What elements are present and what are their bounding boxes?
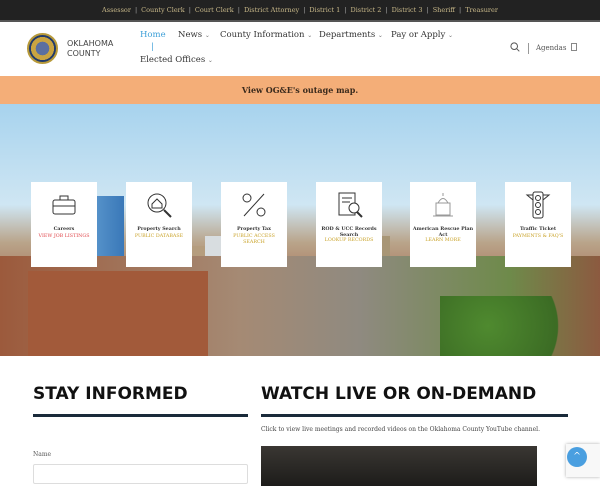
chevron-down-icon: ⌄ (207, 57, 213, 64)
card-title: ROD & UCC Records Search (321, 226, 377, 238)
top-link[interactable]: Treasurer (465, 6, 498, 14)
top-link[interactable]: Sheriff (433, 6, 455, 14)
top-link[interactable]: Court Clerk (195, 6, 234, 14)
scroll-to-top-button[interactable]: ^ (567, 447, 587, 467)
youtube-video-embed[interactable] (261, 446, 537, 486)
card-link[interactable]: PAYMENTS & FAQ'S (507, 234, 569, 240)
county-seal-logo[interactable] (27, 33, 58, 64)
quick-link-card[interactable]: ROD & UCC Records Search LOOKUP RECORDS (316, 182, 382, 267)
top-link[interactable]: County Clerk (141, 6, 185, 14)
card-title: Property Tax (236, 226, 272, 232)
card-title: American Rescue Plan Act (412, 226, 474, 238)
card-link[interactable]: LEARN MORE (412, 238, 474, 244)
top-links-bar: Assessor | County Clerk | Court Clerk | Distri… (0, 0, 600, 22)
brick-building (28, 271, 208, 356)
nav-pay-or-apply[interactable]: Pay or Apply ⌄ (391, 30, 453, 40)
document-search-icon (338, 192, 363, 218)
capitol-icon (433, 193, 453, 217)
separator: | (426, 6, 429, 14)
separator: | (459, 6, 462, 14)
quick-link-card[interactable]: Property Tax PUBLIC ACCESS SEARCH (221, 182, 287, 267)
separator: | (188, 6, 191, 14)
outage-alert-link[interactable]: View OG&E's outage map. (0, 76, 600, 104)
nav-home[interactable]: Home (140, 30, 166, 40)
watch-description: Click to view live meetings and recorded… (261, 426, 540, 433)
separator: | (134, 6, 138, 14)
card-link[interactable]: PUBLIC DATABASE (128, 234, 190, 240)
nav-active-marker: | (151, 42, 154, 52)
heading-rule (33, 414, 248, 417)
house-search-icon (147, 193, 172, 218)
separator: | (344, 6, 347, 14)
card-title: Traffic Ticket (519, 226, 557, 232)
chevron-down-icon: ⌄ (307, 32, 313, 39)
card-title: Property Search (137, 226, 181, 232)
nav-county-info-label: County Information (220, 30, 305, 40)
nav-elected-label: Elected Offices (140, 55, 206, 65)
nav-news[interactable]: News ⌄ (178, 30, 210, 40)
name-label: Name (33, 451, 52, 458)
traffic-light-icon (525, 191, 551, 219)
card-title: Careers (53, 226, 75, 232)
nav-departments[interactable]: Departments ⌄ (319, 30, 383, 40)
search-icon[interactable] (510, 42, 520, 52)
top-link[interactable]: District 1 (309, 6, 340, 14)
trees (440, 296, 600, 356)
divider (528, 43, 529, 54)
clipboard-icon (570, 43, 577, 51)
logo-line1: OKLAHOMA (67, 39, 114, 48)
quick-link-card[interactable]: Careers VIEW JOB LISTINGS (31, 182, 97, 267)
top-link[interactable]: District Attorney (244, 6, 299, 14)
top-link[interactable]: Assessor (102, 6, 131, 14)
quick-link-card[interactable]: Traffic Ticket PAYMENTS & FAQ'S (505, 182, 571, 267)
nav-departments-label: Departments (319, 30, 376, 40)
chevron-down-icon: ⌄ (204, 32, 210, 39)
watch-live-heading: WATCH LIVE OR ON-DEMAND (261, 384, 537, 404)
card-link[interactable]: VIEW JOB LISTINGS (33, 234, 95, 240)
percent-icon (242, 193, 266, 217)
agendas-label: Agendas (536, 44, 567, 52)
agendas-link[interactable]: Agendas (536, 43, 577, 52)
nav-news-label: News (178, 30, 203, 40)
top-link[interactable]: District 2 (351, 6, 382, 14)
separator: | (237, 6, 240, 14)
nav-county-information[interactable]: County Information ⌄ (220, 30, 312, 40)
card-link[interactable]: PUBLIC ACCESS SEARCH (223, 234, 285, 246)
quick-link-card[interactable]: Property Search PUBLIC DATABASE (126, 182, 192, 267)
top-link[interactable]: District 3 (392, 6, 423, 14)
chevron-down-icon: ⌄ (448, 32, 454, 39)
chevron-down-icon: ⌄ (377, 32, 383, 39)
logo-line2: COUNTY (67, 49, 101, 58)
card-link[interactable]: LOOKUP RECORDS (318, 238, 380, 244)
nav-elected-offices[interactable]: Elected Offices ⌄ (140, 55, 213, 65)
logo-text[interactable]: OKLAHOMA COUNTY (67, 39, 113, 59)
separator: | (385, 6, 388, 14)
stay-informed-heading: STAY INFORMED (33, 384, 188, 404)
quick-link-card[interactable]: American Rescue Plan Act LEARN MORE (410, 182, 476, 267)
name-input[interactable] (33, 464, 248, 484)
heading-rule (261, 414, 568, 417)
separator: | (303, 6, 306, 14)
nav-pay-label: Pay or Apply (391, 30, 446, 40)
briefcase-icon (52, 195, 76, 215)
